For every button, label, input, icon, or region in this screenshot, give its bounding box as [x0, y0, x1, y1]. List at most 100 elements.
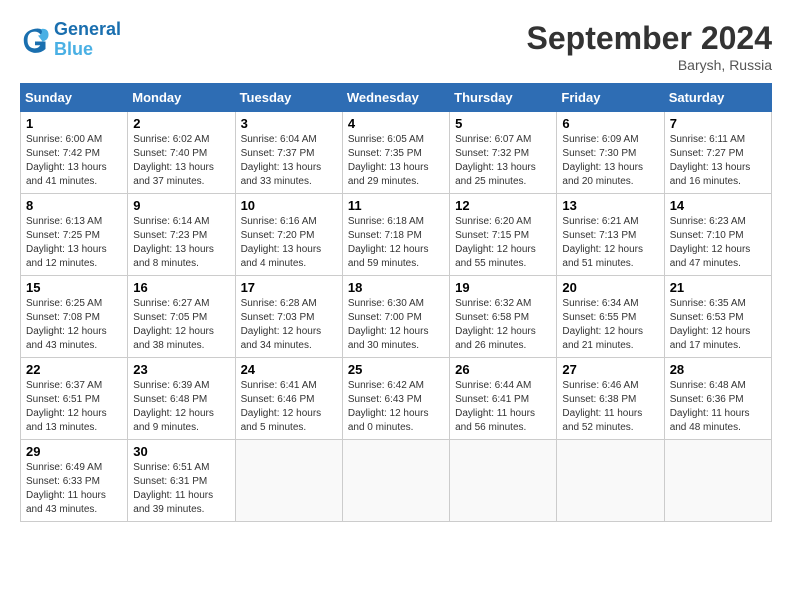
day-number: 18 — [348, 280, 444, 295]
day-number: 8 — [26, 198, 122, 213]
day-number: 30 — [133, 444, 229, 459]
calendar-cell: 25 Sunrise: 6:42 AMSunset: 6:43 PMDayligh… — [342, 358, 449, 440]
day-info: Sunrise: 6:35 AMSunset: 6:53 PMDaylight:… — [670, 297, 766, 353]
day-number: 23 — [133, 362, 229, 377]
day-info: Sunrise: 6:39 AMSunset: 6:48 PMDaylight:… — [133, 379, 229, 435]
day-number: 12 — [455, 198, 551, 213]
calendar-cell: 26 Sunrise: 6:44 AMSunset: 6:41 PMDayligh… — [450, 358, 557, 440]
day-info: Sunrise: 6:34 AMSunset: 6:55 PMDaylight:… — [562, 297, 658, 353]
day-info: Sunrise: 6:13 AMSunset: 7:25 PMDaylight:… — [26, 215, 122, 271]
day-number: 4 — [348, 116, 444, 131]
calendar-cell: 1 Sunrise: 6:00 AMSunset: 7:42 PMDaylight… — [21, 112, 128, 194]
calendar-cell: 10 Sunrise: 6:16 AMSunset: 7:20 PMDayligh… — [235, 194, 342, 276]
day-number: 1 — [26, 116, 122, 131]
weekday-header-wednesday: Wednesday — [342, 84, 449, 112]
calendar-cell: 6 Sunrise: 6:09 AMSunset: 7:30 PMDaylight… — [557, 112, 664, 194]
calendar-cell: 23 Sunrise: 6:39 AMSunset: 6:48 PMDayligh… — [128, 358, 235, 440]
day-number: 19 — [455, 280, 551, 295]
weekday-header-row: SundayMondayTuesdayWednesdayThursdayFrid… — [21, 84, 772, 112]
day-number: 20 — [562, 280, 658, 295]
day-number: 24 — [241, 362, 337, 377]
day-number: 5 — [455, 116, 551, 131]
day-number: 27 — [562, 362, 658, 377]
calendar-cell: 14 Sunrise: 6:23 AMSunset: 7:10 PMDayligh… — [664, 194, 771, 276]
calendar-cell — [235, 440, 342, 522]
month-title: September 2024 — [527, 20, 772, 57]
calendar-cell: 8 Sunrise: 6:13 AMSunset: 7:25 PMDaylight… — [21, 194, 128, 276]
day-info: Sunrise: 6:18 AMSunset: 7:18 PMDaylight:… — [348, 215, 444, 271]
weekday-header-tuesday: Tuesday — [235, 84, 342, 112]
day-number: 26 — [455, 362, 551, 377]
calendar-cell — [557, 440, 664, 522]
day-info: Sunrise: 6:02 AMSunset: 7:40 PMDaylight:… — [133, 133, 229, 189]
weekday-header-sunday: Sunday — [21, 84, 128, 112]
day-number: 7 — [670, 116, 766, 131]
day-info: Sunrise: 6:21 AMSunset: 7:13 PMDaylight:… — [562, 215, 658, 271]
day-number: 13 — [562, 198, 658, 213]
day-info: Sunrise: 6:32 AMSunset: 6:58 PMDaylight:… — [455, 297, 551, 353]
day-info: Sunrise: 6:37 AMSunset: 6:51 PMDaylight:… — [26, 379, 122, 435]
calendar-cell: 9 Sunrise: 6:14 AMSunset: 7:23 PMDaylight… — [128, 194, 235, 276]
weekday-header-saturday: Saturday — [664, 84, 771, 112]
day-info: Sunrise: 6:44 AMSunset: 6:41 PMDaylight:… — [455, 379, 551, 435]
calendar-cell: 16 Sunrise: 6:27 AMSunset: 7:05 PMDayligh… — [128, 276, 235, 358]
calendar-cell: 21Sunrise: 6:35 AMSunset: 6:53 PMDayligh… — [664, 276, 771, 358]
calendar-cell: 11 Sunrise: 6:18 AMSunset: 7:18 PMDayligh… — [342, 194, 449, 276]
calendar-cell: 19 Sunrise: 6:32 AMSunset: 6:58 PMDayligh… — [450, 276, 557, 358]
day-number: 29 — [26, 444, 122, 459]
calendar-cell: 3 Sunrise: 6:04 AMSunset: 7:37 PMDaylight… — [235, 112, 342, 194]
day-number: 2 — [133, 116, 229, 131]
calendar-cell: 13 Sunrise: 6:21 AMSunset: 7:13 PMDayligh… — [557, 194, 664, 276]
day-info: Sunrise: 6:30 AMSunset: 7:00 PMDaylight:… — [348, 297, 444, 353]
week-row-1: 1 Sunrise: 6:00 AMSunset: 7:42 PMDaylight… — [21, 112, 772, 194]
day-info: Sunrise: 6:14 AMSunset: 7:23 PMDaylight:… — [133, 215, 229, 271]
calendar-cell: 28Sunrise: 6:48 AMSunset: 6:36 PMDayligh… — [664, 358, 771, 440]
day-number: 28 — [670, 362, 766, 377]
week-row-5: 29 Sunrise: 6:49 AMSunset: 6:33 PMDayligh… — [21, 440, 772, 522]
day-info: Sunrise: 6:27 AMSunset: 7:05 PMDaylight:… — [133, 297, 229, 353]
calendar-cell: 17Sunrise: 6:28 AMSunset: 7:03 PMDayligh… — [235, 276, 342, 358]
day-number: 15 — [26, 280, 122, 295]
day-number: 14 — [670, 198, 766, 213]
calendar-cell: 22 Sunrise: 6:37 AMSunset: 6:51 PMDayligh… — [21, 358, 128, 440]
day-info: Sunrise: 6:46 AMSunset: 6:38 PMDaylight:… — [562, 379, 658, 435]
week-row-2: 8 Sunrise: 6:13 AMSunset: 7:25 PMDaylight… — [21, 194, 772, 276]
day-info: Sunrise: 6:05 AMSunset: 7:35 PMDaylight:… — [348, 133, 444, 189]
calendar-cell: 30 Sunrise: 6:51 AMSunset: 6:31 PMDayligh… — [128, 440, 235, 522]
logo: General Blue — [20, 20, 121, 60]
location: Barysh, Russia — [527, 57, 772, 73]
calendar-cell: 20 Sunrise: 6:34 AMSunset: 6:55 PMDayligh… — [557, 276, 664, 358]
day-info: Sunrise: 6:49 AMSunset: 6:33 PMDaylight:… — [26, 461, 122, 517]
calendar-cell — [450, 440, 557, 522]
logo-icon — [20, 25, 50, 55]
day-number: 6 — [562, 116, 658, 131]
calendar-cell: 12Sunrise: 6:20 AMSunset: 7:15 PMDayligh… — [450, 194, 557, 276]
day-number: 16 — [133, 280, 229, 295]
day-info: Sunrise: 6:51 AMSunset: 6:31 PMDaylight:… — [133, 461, 229, 517]
weekday-header-monday: Monday — [128, 84, 235, 112]
calendar-table: SundayMondayTuesdayWednesdayThursdayFrid… — [20, 83, 772, 522]
day-info: Sunrise: 6:23 AMSunset: 7:10 PMDaylight:… — [670, 215, 766, 271]
day-number: 22 — [26, 362, 122, 377]
calendar-cell: 5Sunrise: 6:07 AMSunset: 7:32 PMDaylight… — [450, 112, 557, 194]
calendar-cell: 18 Sunrise: 6:30 AMSunset: 7:00 PMDayligh… — [342, 276, 449, 358]
day-info: Sunrise: 6:42 AMSunset: 6:43 PMDaylight:… — [348, 379, 444, 435]
day-number: 11 — [348, 198, 444, 213]
day-number: 3 — [241, 116, 337, 131]
day-number: 10 — [241, 198, 337, 213]
calendar-cell: 29 Sunrise: 6:49 AMSunset: 6:33 PMDayligh… — [21, 440, 128, 522]
week-row-4: 22 Sunrise: 6:37 AMSunset: 6:51 PMDayligh… — [21, 358, 772, 440]
weekday-header-thursday: Thursday — [450, 84, 557, 112]
day-info: Sunrise: 6:16 AMSunset: 7:20 PMDaylight:… — [241, 215, 337, 271]
calendar-cell: 27 Sunrise: 6:46 AMSunset: 6:38 PMDayligh… — [557, 358, 664, 440]
calendar-cell: 2 Sunrise: 6:02 AMSunset: 7:40 PMDaylight… — [128, 112, 235, 194]
day-number: 9 — [133, 198, 229, 213]
day-info: Sunrise: 6:04 AMSunset: 7:37 PMDaylight:… — [241, 133, 337, 189]
week-row-3: 15 Sunrise: 6:25 AMSunset: 7:08 PMDayligh… — [21, 276, 772, 358]
day-info: Sunrise: 6:09 AMSunset: 7:30 PMDaylight:… — [562, 133, 658, 189]
calendar-cell: 4 Sunrise: 6:05 AMSunset: 7:35 PMDaylight… — [342, 112, 449, 194]
day-info: Sunrise: 6:11 AMSunset: 7:27 PMDaylight:… — [670, 133, 766, 189]
day-info: Sunrise: 6:00 AMSunset: 7:42 PMDaylight:… — [26, 133, 122, 189]
day-number: 25 — [348, 362, 444, 377]
day-info: Sunrise: 6:25 AMSunset: 7:08 PMDaylight:… — [26, 297, 122, 353]
